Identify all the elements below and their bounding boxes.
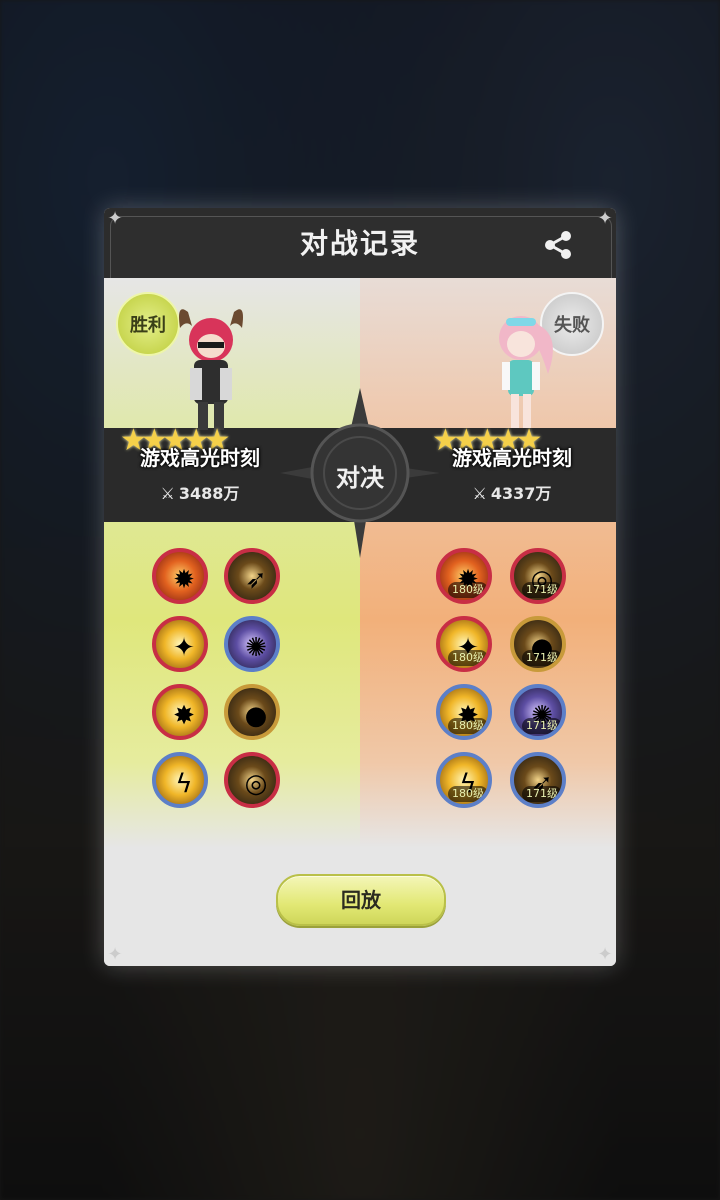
fire-burst-icon[interactable]: ✹ [152, 548, 208, 604]
lightning-spirit-icon[interactable]: ϟ [152, 752, 208, 808]
winner-title: 游戏高光时刻 [140, 446, 260, 470]
explosion-icon[interactable]: ✸ [152, 684, 208, 740]
skill-glyph: ➶ [245, 565, 267, 595]
winner-avatar[interactable] [166, 304, 256, 434]
skill-glyph: ✺ [245, 633, 267, 663]
golden-shield-icon[interactable]: ◎ 171级 [510, 548, 566, 604]
replay-button[interactable]: 回放 [276, 874, 446, 926]
golden-shield-icon[interactable]: ◎ [224, 752, 280, 808]
shadow-figure-icon[interactable]: ● 171级 [510, 616, 566, 672]
skill-level: 180级 [448, 718, 488, 734]
share-icon[interactable] [542, 228, 576, 262]
corner-ornament-icon: ✦ [597, 208, 613, 229]
skill-level: 171级 [522, 582, 562, 598]
spear-icon[interactable]: ➶ 171级 [510, 752, 566, 808]
battle-arena: 对决 胜利 失败 ★★★★★ ★★★★★ 游戏高光时刻 游戏高光时刻 ⚔ 348… [104, 278, 616, 848]
lightning-spirit-icon[interactable]: ϟ 180级 [436, 752, 492, 808]
winner-power-value: 3488万 [178, 484, 240, 503]
loser-power: ⚔ 4337万 [412, 480, 612, 504]
skill-glyph: ◎ [244, 769, 268, 799]
loser-avatar[interactable] [476, 304, 566, 434]
skill-glyph: ϟ [175, 769, 193, 799]
skill-level: 171级 [522, 718, 562, 734]
corner-ornament-icon: ✦ [107, 208, 123, 229]
dialog-header: 对战记录 [104, 208, 616, 279]
skill-level: 171级 [522, 786, 562, 802]
dialog-title: 对战记录 [299, 227, 420, 260]
golden-wings-icon[interactable]: ✦ [152, 616, 208, 672]
skill-glyph: ✹ [173, 565, 195, 595]
loser-title: 游戏高光时刻 [452, 446, 572, 470]
shadow-figure-icon[interactable]: ● [224, 684, 280, 740]
purple-orb-icon[interactable]: ✺ 171级 [510, 684, 566, 740]
crossed-swords-icon: ⚔ [472, 484, 487, 503]
skill-level: 180级 [448, 582, 488, 598]
skill-glyph: ✦ [173, 633, 195, 663]
purple-orb-icon[interactable]: ✺ [224, 616, 280, 672]
skill-glyph: ● [244, 701, 268, 731]
loser-power-value: 4337万 [490, 484, 552, 503]
skill-level: 180级 [448, 786, 488, 802]
dialog-footer: 回放 [104, 848, 616, 966]
winner-power: ⚔ 3488万 [104, 480, 300, 504]
explosion-icon[interactable]: ✸ 180级 [436, 684, 492, 740]
corner-ornament-icon: ✦ [597, 944, 613, 965]
skill-level: 171级 [522, 650, 562, 666]
corner-ornament-icon: ✦ [107, 944, 123, 965]
skill-glyph: ✸ [173, 701, 195, 731]
golden-wings-icon[interactable]: ✦ 180级 [436, 616, 492, 672]
skill-level: 180级 [448, 650, 488, 666]
battle-record-dialog: 对战记录 对决 胜利 失败 ★★★★★ ★★★★★ 游戏高光时刻 游戏高光时刻 … [104, 208, 616, 966]
crossed-swords-icon: ⚔ [160, 484, 175, 503]
spear-icon[interactable]: ➶ [224, 548, 280, 604]
fire-burst-icon[interactable]: ✹ 180级 [436, 548, 492, 604]
